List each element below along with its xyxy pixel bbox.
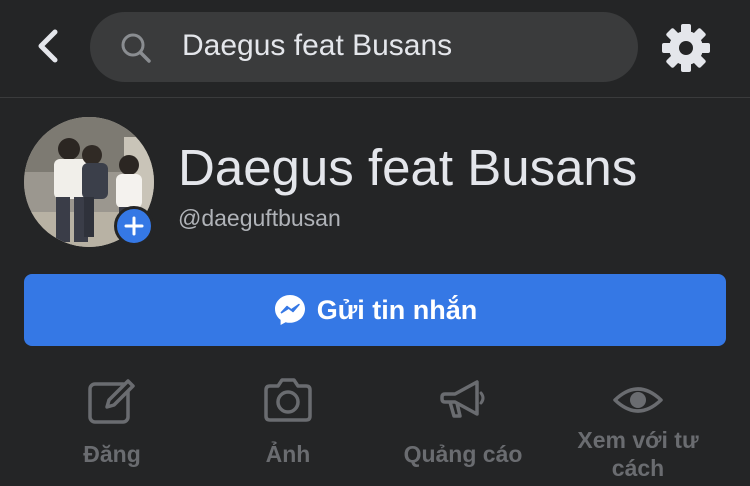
search-input[interactable]: Daegus feat Busans	[90, 12, 638, 82]
search-icon	[121, 33, 151, 63]
search-query: Daegus feat Busans	[182, 29, 453, 62]
view-as-action-button[interactable]: Xem với tư cách	[550, 368, 726, 486]
camera-icon	[264, 378, 312, 422]
photo-action-button[interactable]: Ảnh	[200, 368, 376, 486]
profile-handle: @daeguftbusan	[178, 205, 341, 231]
photo-action-label: Ảnh	[265, 441, 311, 467]
top-bar: Daegus feat Busans	[0, 0, 750, 98]
eye-icon	[613, 387, 663, 413]
gear-icon	[662, 24, 710, 72]
edit-icon	[88, 379, 135, 424]
view-as-action-label: Xem với tư cách	[577, 427, 699, 481]
back-button[interactable]	[28, 26, 68, 66]
ads-action-label: Quảng cáo	[403, 441, 523, 467]
chevron-left-icon	[38, 29, 58, 63]
profile-name: Daegus feat Busans	[178, 139, 638, 196]
add-story-button[interactable]	[114, 206, 154, 246]
profile-avatar-group	[24, 117, 154, 247]
profile-actions-bar: Đăng Ảnh Quảng cáo Xem với tư cách	[0, 368, 750, 486]
send-message-label: Gửi tin nhắn	[316, 295, 478, 325]
settings-button[interactable]	[660, 22, 712, 74]
send-message-button[interactable]: Gửi tin nhắn	[24, 274, 726, 346]
post-action-button[interactable]: Đăng	[24, 368, 200, 486]
megaphone-icon	[440, 380, 485, 418]
plus-icon	[124, 216, 144, 236]
messenger-icon	[274, 295, 305, 325]
post-action-label: Đăng	[83, 441, 141, 467]
ads-action-button[interactable]: Quảng cáo	[375, 368, 551, 486]
